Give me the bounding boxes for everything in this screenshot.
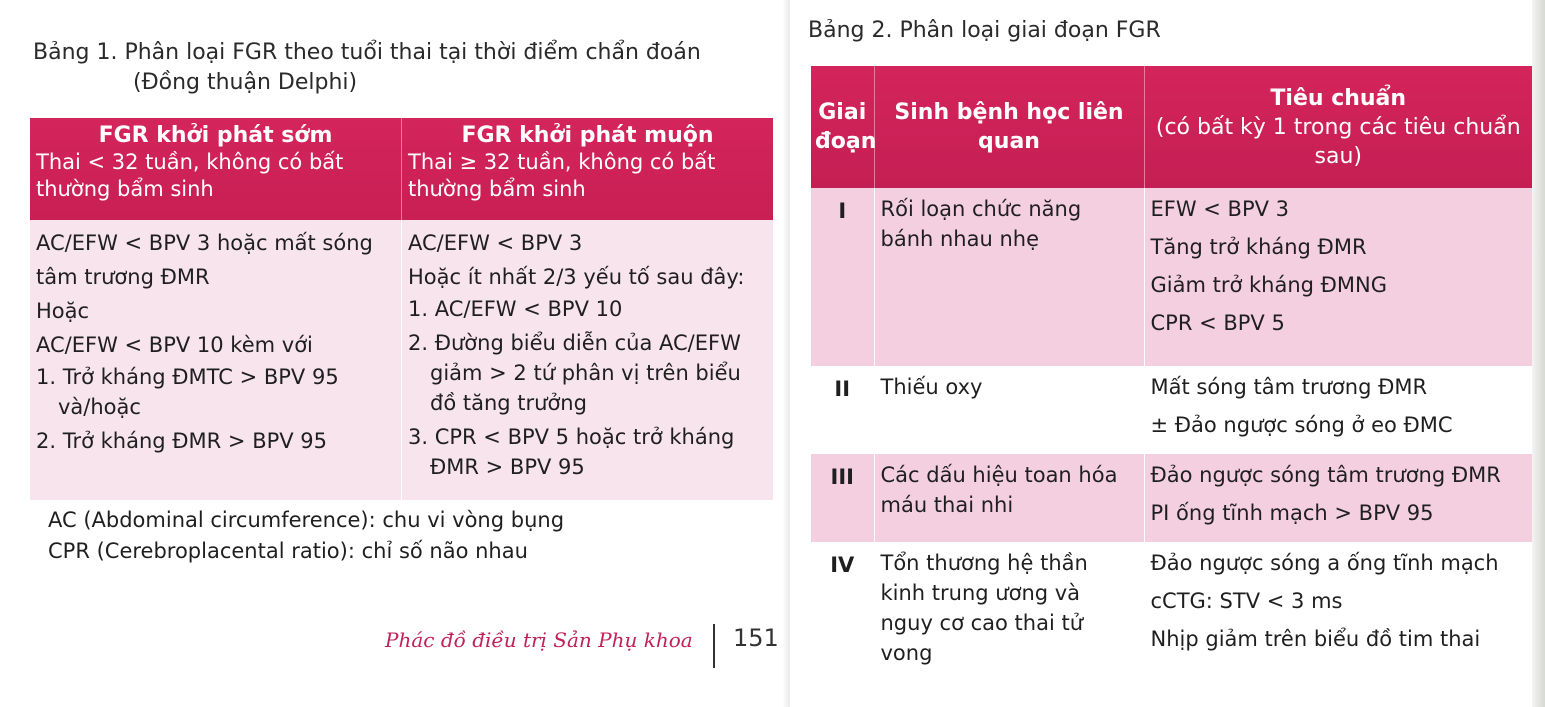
criteria-cell: Đảo ngược sóng a ống tĩnh mạch cCTG: STV… xyxy=(1144,542,1532,694)
table2-row-stage-3: III Các dấu hiệu toan hóa máu thai nhi Đ… xyxy=(811,454,1532,542)
table2-title: Bảng 2. Phân loại giai đoạn FGR xyxy=(808,18,1161,43)
table1-title-line2: (Đồng thuận Delphi) xyxy=(133,70,358,95)
criterion: PI ống tĩnh mạch > BPV 95 xyxy=(1150,501,1434,525)
pathophysiology-text: Các dấu hiệu toan hóa máu thai nhi xyxy=(874,454,1145,542)
table1: FGR khởi phát sớm Thai < 32 tuần, không … xyxy=(30,118,773,500)
table2-row-stage-4: IV Tổn thương hệ thần kinh trung ương và… xyxy=(811,542,1532,694)
table1-title: Bảng 1. Phân loại FGR theo tuổi thai tại… xyxy=(33,38,778,98)
table1-cell-late: AC/EFW < BPV 3 Hoặc ít nhất 2/3 yếu tố s… xyxy=(401,220,773,500)
table1-early-line: Hoặc xyxy=(36,299,90,323)
criterion: Tăng trở kháng ĐMR xyxy=(1150,235,1367,259)
table2-header-pathophysiology: Sinh bệnh học liên quan xyxy=(874,66,1145,188)
page-edge xyxy=(1532,0,1545,707)
footer-book-title: Phác đồ điều trị Sản Phụ khoa xyxy=(385,628,693,652)
table1-late-line: Hoặc ít nhất 2/3 yếu tố sau đây: xyxy=(408,265,745,289)
footer-divider xyxy=(713,624,715,668)
table2-criteria-title: Tiêu chuẩn xyxy=(1270,85,1407,111)
pathophysiology-text: Tổn thương hệ thần kinh trung ương và ng… xyxy=(874,542,1145,694)
table1-early-line: AC/EFW < BPV 10 kèm với xyxy=(36,333,313,357)
stage-label: III xyxy=(811,454,875,542)
stage-label: IV xyxy=(811,542,875,694)
table2-header-criteria: Tiêu chuẩn (có bất kỳ 1 trong các tiêu c… xyxy=(1144,66,1532,188)
table1-early-item: 1. Trở kháng ĐMTC > BPV 95 và/hoặc xyxy=(36,365,339,419)
table1-heading-early: FGR khởi phát sớm xyxy=(98,123,333,148)
note-abdominal-circumference: AC (Abdominal circumference): chu vi vòn… xyxy=(48,508,565,532)
left-page: Bảng 1. Phân loại FGR theo tuổi thai tại… xyxy=(0,0,790,707)
table2-header-stage: Giai đoạn xyxy=(811,66,876,188)
criterion: ± Đảo ngược sóng ở eo ĐMC xyxy=(1150,413,1453,437)
criterion: Nhịp giảm trên biểu đồ tim thai xyxy=(1150,627,1481,651)
pathophysiology-text: Rối loạn chức năng bánh nhau nhẹ xyxy=(874,188,1145,366)
table1-early-line: AC/EFW < BPV 3 hoặc mất sóng tâm trương … xyxy=(36,231,373,289)
table2-row-stage-2: II Thiếu oxy Mất sóng tâm trương ĐMR ± Đ… xyxy=(811,366,1532,454)
table1-late-line: AC/EFW < BPV 3 xyxy=(408,231,583,255)
pathophysiology-text: Thiếu oxy xyxy=(874,366,1145,454)
table2-row-stage-1: I Rối loạn chức năng bánh nhau nhẹ EFW <… xyxy=(811,188,1532,366)
stage-label: I xyxy=(811,188,875,366)
table1-late-item: 1. AC/EFW < BPV 10 xyxy=(408,297,623,321)
table1-cell-early: AC/EFW < BPV 3 hoặc mất sóng tâm trương … xyxy=(30,220,402,500)
table1-subheading-early: Thai < 32 tuần, không có bất thường bẩm … xyxy=(36,150,344,201)
table1-header-late: FGR khởi phát muộn Thai ≥ 32 tuần, không… xyxy=(401,118,773,220)
table2-criteria-subtitle: (có bất kỳ 1 trong các tiêu chuẩn sau) xyxy=(1155,114,1521,169)
page-footer: Phác đồ điều trị Sản Phụ khoa 151 xyxy=(385,624,785,673)
table2-header-row: Giai đoạn Sinh bệnh học liên quan Tiêu c… xyxy=(811,66,1532,188)
criteria-cell: Đảo ngược sóng tâm trương ĐMR PI ống tĩn… xyxy=(1144,454,1532,542)
table1-header-row: FGR khởi phát sớm Thai < 32 tuần, không … xyxy=(30,118,773,220)
criterion: EFW < BPV 3 xyxy=(1150,197,1290,221)
table1-title-line1: Bảng 1. Phân loại FGR theo tuổi thai tại… xyxy=(33,40,701,65)
table1-late-item: 2. Đường biểu diễn của AC/EFW giảm > 2 t… xyxy=(408,331,741,415)
table1-late-item: 3. CPR < BPV 5 hoặc trở kháng ĐMR > BPV … xyxy=(408,425,735,479)
table2: Giai đoạn Sinh bệnh học liên quan Tiêu c… xyxy=(811,66,1532,694)
table1-notes: AC (Abdominal circumference): chu vi vòn… xyxy=(48,505,564,567)
criteria-cell: EFW < BPV 3 Tăng trở kháng ĐMR Giảm trở … xyxy=(1144,188,1532,366)
criterion: CPR < BPV 5 xyxy=(1150,311,1285,335)
note-cerebroplacental-ratio: CPR (Cerebroplacental ratio): chỉ số não… xyxy=(48,539,528,563)
criterion: cCTG: STV < 3 ms xyxy=(1150,589,1343,613)
page-number: 151 xyxy=(733,624,779,652)
criterion: Đảo ngược sóng a ống tĩnh mạch xyxy=(1150,551,1499,575)
stage-label: II xyxy=(811,366,875,454)
criterion: Đảo ngược sóng tâm trương ĐMR xyxy=(1150,463,1501,487)
criterion: Giảm trở kháng ĐMNG xyxy=(1150,273,1388,297)
table1-subheading-late: Thai ≥ 32 tuần, không có bất thường bẩm … xyxy=(408,150,716,201)
table1-early-item: 2. Trở kháng ĐMR > BPV 95 xyxy=(36,429,328,453)
criterion: Mất sóng tâm trương ĐMR xyxy=(1150,375,1428,399)
criteria-cell: Mất sóng tâm trương ĐMR ± Đảo ngược sóng… xyxy=(1144,366,1532,454)
table1-header-early: FGR khởi phát sớm Thai < 32 tuần, không … xyxy=(30,118,402,220)
table1-heading-late: FGR khởi phát muộn xyxy=(461,123,714,148)
table1-body-row: AC/EFW < BPV 3 hoặc mất sóng tâm trương … xyxy=(30,220,773,500)
